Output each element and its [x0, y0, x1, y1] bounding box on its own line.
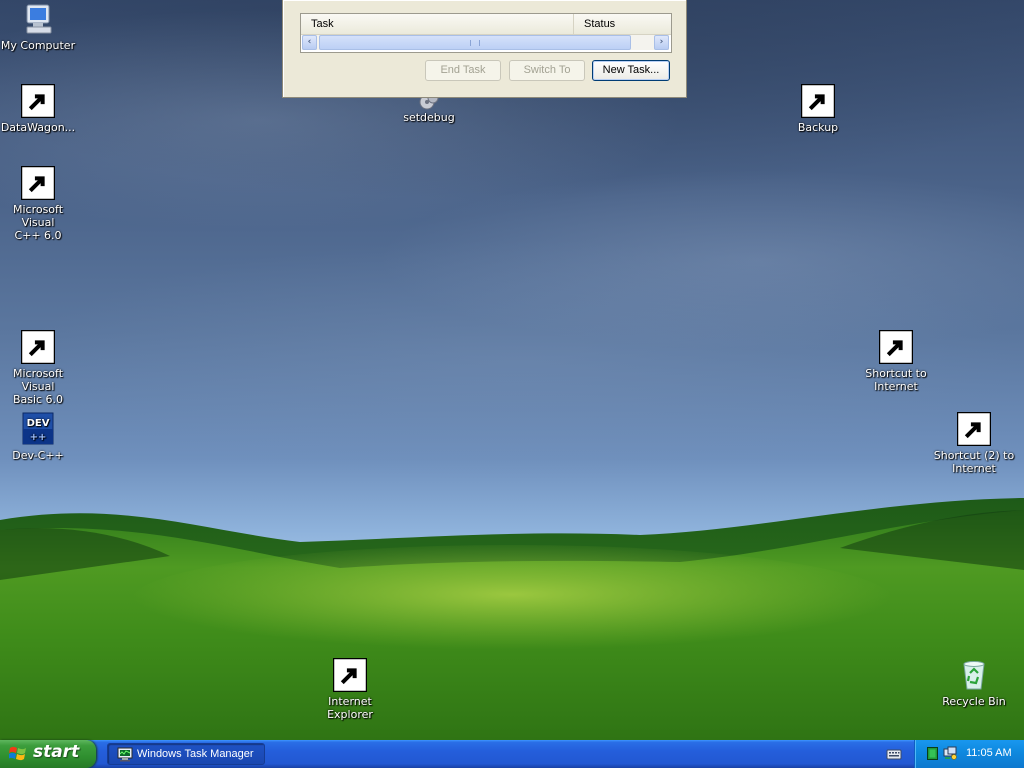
icon-label: Microsoft Visual C++ 6.0 [12, 203, 64, 242]
internet-explorer-icon [957, 412, 991, 446]
visual-basic-icon [21, 330, 55, 364]
raccoon-icon [879, 330, 913, 364]
recycle-bin-icon [957, 658, 991, 692]
desktop-icon-backup[interactable]: Backup [776, 84, 860, 134]
desktop-icon-msvc[interactable]: Microsoft Visual C++ 6.0 [0, 166, 80, 242]
column-header-status[interactable]: Status [574, 14, 670, 34]
datawagon-icon [21, 84, 55, 118]
start-label: start [33, 742, 80, 762]
devcpp-glyph: DEV [27, 418, 50, 429]
scrollbar-grip-icon [470, 40, 480, 46]
horizontal-scrollbar[interactable]: ‹ › [302, 35, 669, 50]
icon-label: Recycle Bin [942, 695, 1006, 708]
task-list[interactable]: Task Status ‹ › [300, 13, 672, 53]
icon-label: Internet Explorer [327, 695, 373, 721]
scroll-left-button[interactable]: ‹ [302, 35, 317, 50]
desktop-icon-shortcut-2-to-internet[interactable]: Shortcut (2) to Internet [932, 412, 1016, 475]
icon-label: Shortcut (2) to Internet [933, 449, 1015, 475]
icon-label: Microsoft Visual Basic 6.0 [12, 367, 64, 406]
desktop-icon-my-computer[interactable]: My Computer [0, 2, 80, 52]
clock[interactable]: 11:05 AM [966, 747, 1012, 759]
desktop-icon-msvb[interactable]: Microsoft Visual Basic 6.0 [0, 330, 80, 406]
taskbar-button-label: Windows Task Manager [137, 748, 254, 760]
keyboard-icon[interactable] [886, 746, 902, 762]
icon-label: Backup [797, 121, 839, 134]
windows-logo-icon [9, 746, 26, 761]
icon-label: Dev-C++ [12, 449, 64, 462]
new-task-button[interactable]: New Task... [592, 60, 670, 81]
column-header-task[interactable]: Task [301, 14, 574, 34]
computer-icon [21, 2, 55, 36]
shortcut-arrow-icon [879, 330, 913, 364]
icon-label: Shortcut to Internet [865, 367, 927, 393]
scroll-right-button[interactable]: › [654, 35, 669, 50]
desktop-icon-shortcut-to-internet[interactable]: Shortcut to Internet [854, 330, 938, 393]
system-tray: 11:05 AM [914, 740, 1024, 768]
icon-label: My Computer [0, 39, 76, 52]
visual-cpp-icon [21, 166, 55, 200]
dev-cpp-icon: DEV ++ [21, 412, 55, 446]
task-list-header: Task Status [301, 14, 671, 35]
shortcut-arrow-icon [957, 412, 991, 446]
desktop-icon-datawagon[interactable]: DataWagon... [0, 84, 80, 134]
svg-text:++: ++ [30, 432, 47, 443]
icon-label: DataWagon... [0, 121, 76, 134]
taskbar: start Windows Task Manager 11:05 AM [0, 740, 1024, 768]
shortcut-arrow-icon [801, 84, 835, 118]
desktop-icon-internet-explorer[interactable]: Internet Explorer [308, 658, 392, 721]
network-icon[interactable] [943, 746, 957, 760]
end-task-button[interactable]: End Task [425, 60, 501, 81]
desktop-icon-recycle-bin[interactable]: Recycle Bin [932, 658, 1016, 708]
task-manager-window: Task Status ‹ › End Task Switch To New T… [282, 0, 687, 98]
shortcut-arrow-icon [21, 330, 55, 364]
backup-icon [801, 84, 835, 118]
shortcut-arrow-icon [21, 166, 55, 200]
taskbar-button-task-manager[interactable]: Windows Task Manager [107, 743, 265, 765]
task-manager-icon [117, 747, 133, 762]
scrollbar-thumb[interactable] [319, 35, 631, 50]
switch-to-button[interactable]: Switch To [509, 60, 585, 81]
internet-explorer-icon [333, 658, 367, 692]
shortcut-arrow-icon [333, 658, 367, 692]
wallpaper-hills [0, 498, 1024, 740]
start-button[interactable]: start [0, 740, 96, 768]
green-status-icon[interactable] [927, 747, 938, 760]
shortcut-arrow-icon [21, 84, 55, 118]
desktop-icon-devcpp[interactable]: DEV ++ Dev-C++ [0, 412, 80, 462]
